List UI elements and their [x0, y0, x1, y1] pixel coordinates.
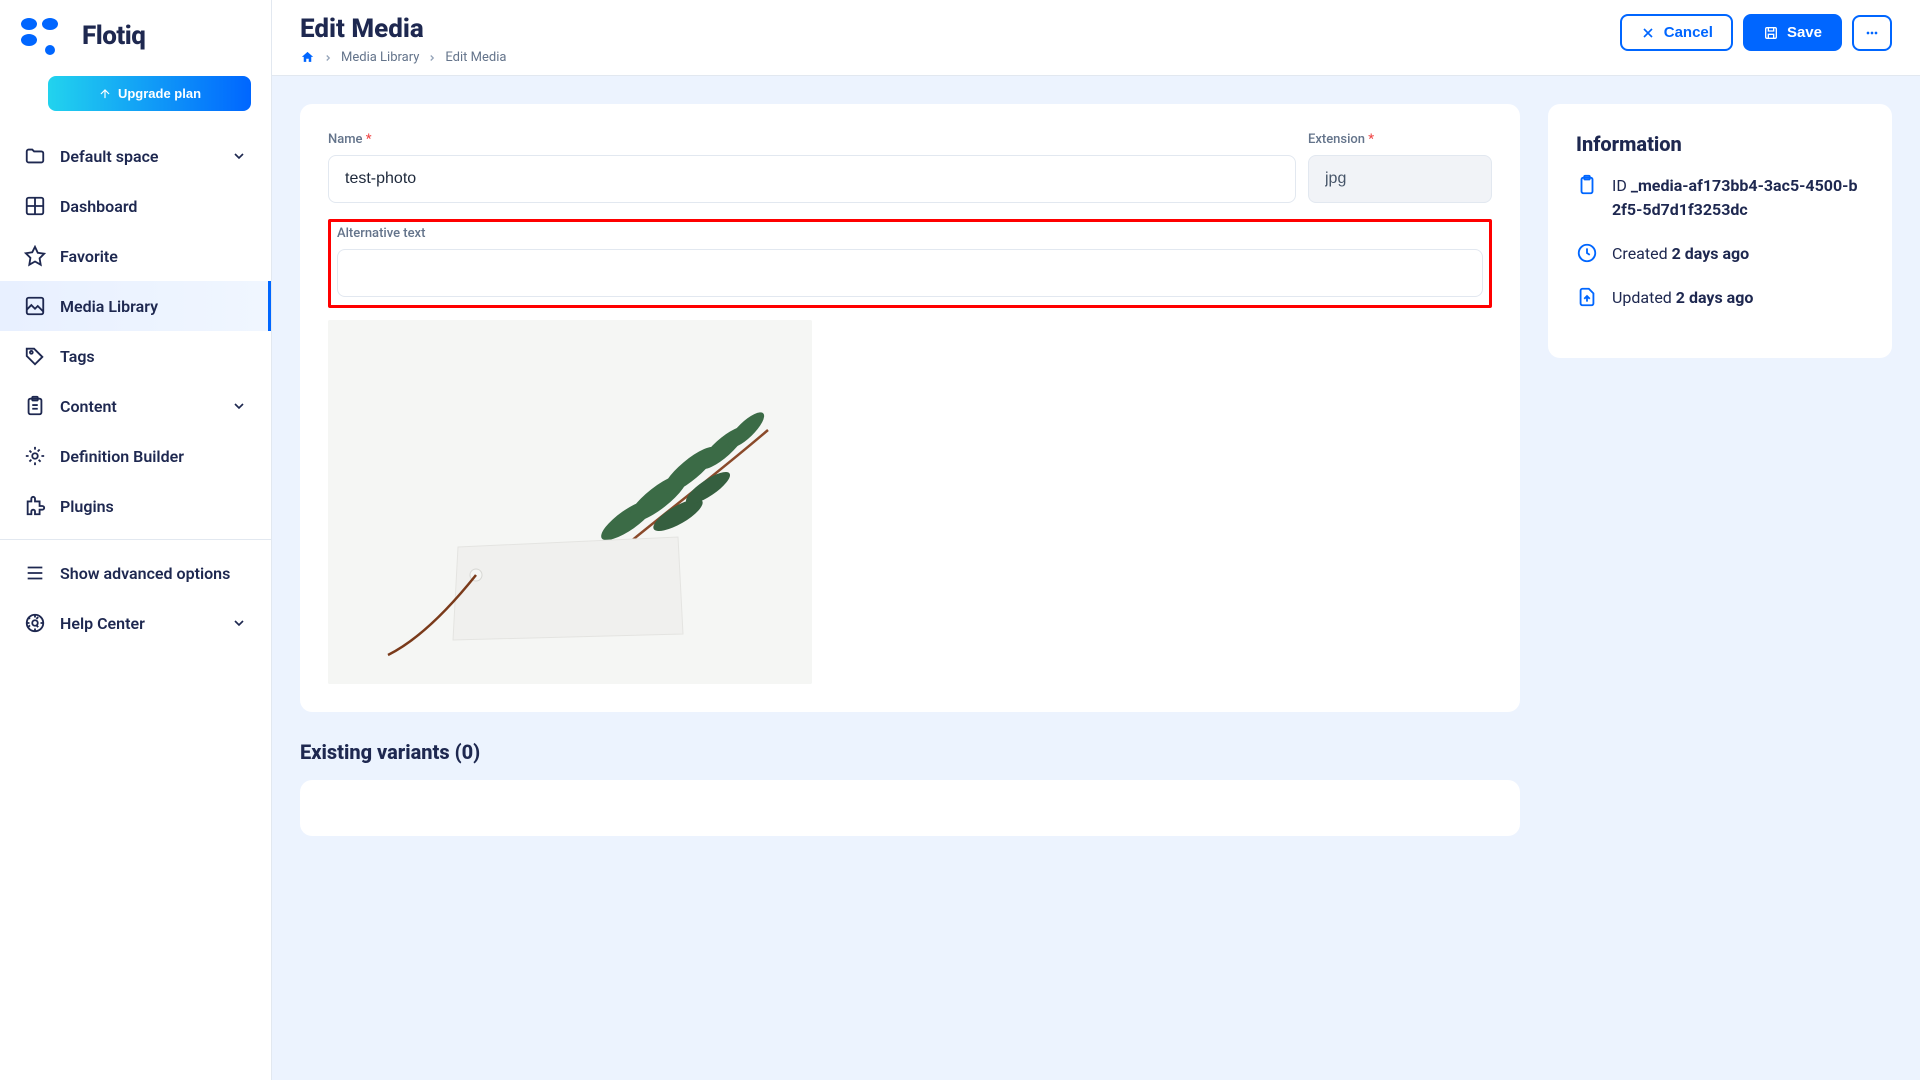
logo[interactable]: Flotiq — [0, 16, 271, 76]
clock-icon — [1576, 242, 1598, 264]
sidebar-item-label: Content — [60, 397, 117, 416]
sidebar-item-label: Tags — [60, 347, 95, 366]
help-icon — [24, 612, 46, 634]
info-updated-label: Updated — [1612, 288, 1672, 307]
button-label: Cancel — [1664, 24, 1713, 41]
sidebar: Flotiq Upgrade plan Default space Dashbo… — [0, 0, 272, 1080]
sidebar-item-plugins[interactable]: Plugins — [0, 481, 271, 531]
sidebar-item-tags[interactable]: Tags — [0, 331, 271, 381]
menu-icon — [24, 562, 46, 584]
info-id-label: ID — [1612, 176, 1627, 195]
sidebar-item-default-space[interactable]: Default space — [0, 131, 271, 181]
cancel-button[interactable]: Cancel — [1620, 14, 1733, 51]
folder-icon — [24, 145, 46, 167]
logo-text: Flotiq — [82, 21, 145, 51]
sidebar-item-label: Dashboard — [60, 197, 137, 216]
tag-icon — [24, 345, 46, 367]
sidebar-item-label: Media Library — [60, 297, 158, 316]
chevron-down-icon — [231, 615, 247, 631]
page-title: Edit Media — [300, 14, 506, 44]
chevron-down-icon — [231, 398, 247, 414]
gear-icon — [24, 445, 46, 467]
upload-icon — [98, 87, 112, 101]
name-label: Name * — [328, 132, 1296, 147]
clipboard-icon — [1576, 174, 1598, 196]
divider — [0, 539, 271, 540]
image-icon — [24, 295, 46, 317]
chevron-right-icon — [427, 53, 437, 63]
dashboard-icon — [24, 195, 46, 217]
star-icon — [24, 245, 46, 267]
sidebar-item-help-center[interactable]: Help Center — [0, 598, 271, 648]
more-actions-button[interactable] — [1852, 15, 1892, 51]
info-id-value: _media-af173bb4-3ac5-4500-b2f5-5d7d1f325… — [1612, 176, 1857, 219]
alt-text-highlight: Alternative text — [328, 219, 1492, 308]
logo-mark-icon — [20, 16, 70, 56]
sidebar-item-media-library[interactable]: Media Library — [0, 281, 271, 331]
info-updated-value: 2 days ago — [1676, 288, 1754, 307]
sidebar-item-definition-builder[interactable]: Definition Builder — [0, 431, 271, 481]
sidebar-item-content[interactable]: Content — [0, 381, 271, 431]
extension-input — [1308, 155, 1492, 203]
upgrade-label: Upgrade plan — [118, 86, 201, 101]
save-icon — [1763, 25, 1779, 41]
breadcrumb-current: Edit Media — [445, 50, 506, 65]
show-advanced-options[interactable]: Show advanced options — [0, 548, 271, 598]
sidebar-item-label: Show advanced options — [60, 564, 230, 583]
topbar: Edit Media Media Library Edit Media Canc… — [272, 0, 1920, 76]
upload-file-icon — [1576, 286, 1598, 308]
chevron-right-icon — [323, 53, 333, 63]
upgrade-plan-button[interactable]: Upgrade plan — [48, 76, 251, 111]
home-icon[interactable] — [300, 50, 315, 65]
sidebar-item-favorite[interactable]: Favorite — [0, 231, 271, 281]
close-icon — [1640, 25, 1656, 41]
edit-form-card: Name * Extension * Alternative text — [300, 104, 1520, 712]
alt-text-label: Alternative text — [337, 226, 1483, 241]
breadcrumb: Media Library Edit Media — [300, 50, 506, 65]
clipboard-icon — [24, 395, 46, 417]
name-input[interactable] — [328, 155, 1296, 203]
extension-label: Extension * — [1308, 132, 1492, 147]
more-icon — [1864, 25, 1880, 41]
chevron-down-icon — [231, 148, 247, 164]
sidebar-item-label: Default space — [60, 147, 159, 166]
variants-heading: Existing variants (0) — [300, 740, 1520, 764]
puzzle-icon — [24, 495, 46, 517]
button-label: Save — [1787, 24, 1822, 41]
alt-text-input[interactable] — [337, 249, 1483, 297]
sidebar-item-label: Definition Builder — [60, 447, 184, 466]
info-created-value: 2 days ago — [1672, 244, 1750, 263]
main: Edit Media Media Library Edit Media Canc… — [272, 0, 1920, 1080]
save-button[interactable]: Save — [1743, 14, 1842, 51]
sidebar-item-label: Help Center — [60, 614, 145, 633]
breadcrumb-media-library[interactable]: Media Library — [341, 50, 419, 65]
media-preview — [328, 320, 812, 684]
sidebar-item-dashboard[interactable]: Dashboard — [0, 181, 271, 231]
variants-card — [300, 780, 1520, 836]
info-heading: Information — [1576, 132, 1864, 156]
sidebar-item-label: Plugins — [60, 497, 114, 516]
information-card: Information ID _media-af173bb4-3ac5-4500… — [1548, 104, 1892, 358]
sidebar-item-label: Favorite — [60, 247, 118, 266]
info-created-label: Created — [1612, 244, 1668, 263]
